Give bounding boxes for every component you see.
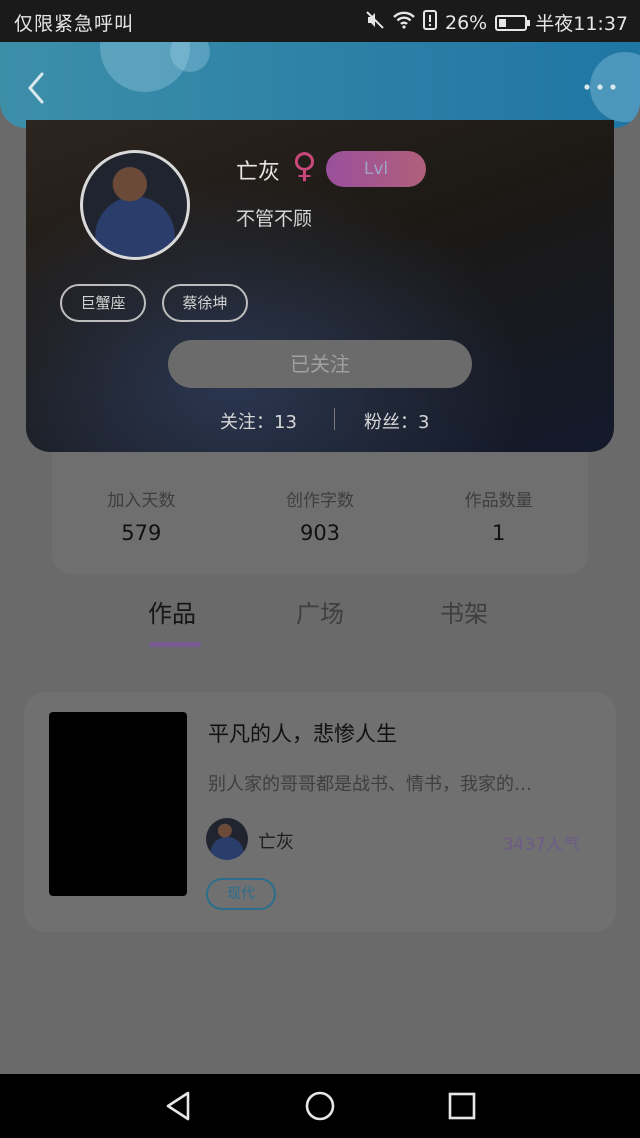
work-description: 别人家的哥哥都是战书、情书，我家的… bbox=[208, 774, 532, 795]
signature: 不管不顾 bbox=[236, 208, 313, 230]
female-gender-icon: ♀ bbox=[292, 146, 317, 186]
alert-icon bbox=[423, 10, 437, 35]
stats-panel: 加入天数 579 创作字数 903 作品数量 1 bbox=[52, 452, 588, 574]
author-name: 亡灰 bbox=[258, 832, 294, 853]
tab-square[interactable]: 广场 bbox=[296, 594, 344, 629]
following-count[interactable]: 关注：13 bbox=[220, 408, 297, 434]
square-recents-icon bbox=[448, 1092, 476, 1120]
status-icons: 26% 半夜11:37 bbox=[365, 9, 628, 36]
back-arrow-icon bbox=[28, 72, 44, 104]
triangle-back-icon bbox=[166, 1091, 190, 1121]
nav-recents-button[interactable] bbox=[444, 1088, 480, 1124]
stat-value: 903 bbox=[299, 521, 341, 545]
active-tab-indicator bbox=[149, 642, 201, 647]
author-avatar bbox=[206, 818, 248, 860]
profile-tag: 蔡徐坤 bbox=[162, 284, 248, 322]
username: 亡灰 bbox=[236, 160, 281, 185]
wifi-icon bbox=[393, 11, 415, 34]
book-cover[interactable] bbox=[49, 712, 187, 896]
level-badge: Lvl bbox=[326, 151, 426, 187]
work-title: 平凡的人，悲惨人生 bbox=[208, 722, 397, 746]
battery-icon bbox=[495, 14, 531, 31]
work-card[interactable]: 平凡的人，悲惨人生 别人家的哥哥都是战书、情书，我家的… 亡灰 3437人气 现… bbox=[24, 692, 616, 932]
more-button[interactable] bbox=[582, 78, 618, 90]
battery-percent: 26% bbox=[445, 11, 488, 34]
status-bar: 仅限紧急呼叫 26% 半夜11:37 bbox=[0, 0, 640, 42]
stat-label: 作品数量 bbox=[464, 491, 533, 511]
nav-home-button[interactable] bbox=[302, 1088, 338, 1124]
stat-value: 1 bbox=[491, 521, 506, 545]
divider bbox=[334, 408, 335, 430]
popularity-count: 3437人气 bbox=[502, 835, 580, 855]
stat-works-count: 作品数量 1 bbox=[409, 452, 588, 574]
circle-home-icon bbox=[305, 1091, 335, 1121]
profile-card: 亡灰 ♀ Lvl 不管不顾 巨蟹座 蔡徐坤 已关注 关注：13 粉丝：3 bbox=[26, 120, 614, 452]
profile-tag: 巨蟹座 bbox=[60, 284, 146, 322]
followed-button[interactable]: 已关注 bbox=[168, 340, 472, 388]
avatar[interactable] bbox=[80, 150, 190, 260]
stat-word-count: 创作字数 903 bbox=[231, 452, 410, 574]
fans-count[interactable]: 粉丝：3 bbox=[364, 408, 429, 434]
back-button[interactable] bbox=[22, 70, 50, 106]
tab-works[interactable]: 作品 bbox=[148, 594, 196, 629]
clock: 半夜11:37 bbox=[535, 13, 628, 35]
stat-label: 创作字数 bbox=[286, 491, 354, 511]
genre-tag: 现代 bbox=[206, 878, 276, 910]
stat-join-days: 加入天数 579 bbox=[52, 452, 231, 574]
stat-label: 加入天数 bbox=[107, 491, 176, 511]
tab-bookshelf[interactable]: 书架 bbox=[440, 594, 488, 629]
stat-value: 579 bbox=[121, 521, 162, 545]
app-header bbox=[0, 42, 640, 128]
carrier-text: 仅限紧急呼叫 bbox=[14, 13, 135, 35]
system-nav-bar bbox=[0, 1074, 640, 1138]
mute-icon bbox=[365, 10, 385, 35]
nav-back-button[interactable] bbox=[160, 1088, 196, 1124]
tab-bar: 作品 广场 书架 bbox=[0, 594, 640, 654]
more-dots-icon bbox=[584, 84, 616, 90]
